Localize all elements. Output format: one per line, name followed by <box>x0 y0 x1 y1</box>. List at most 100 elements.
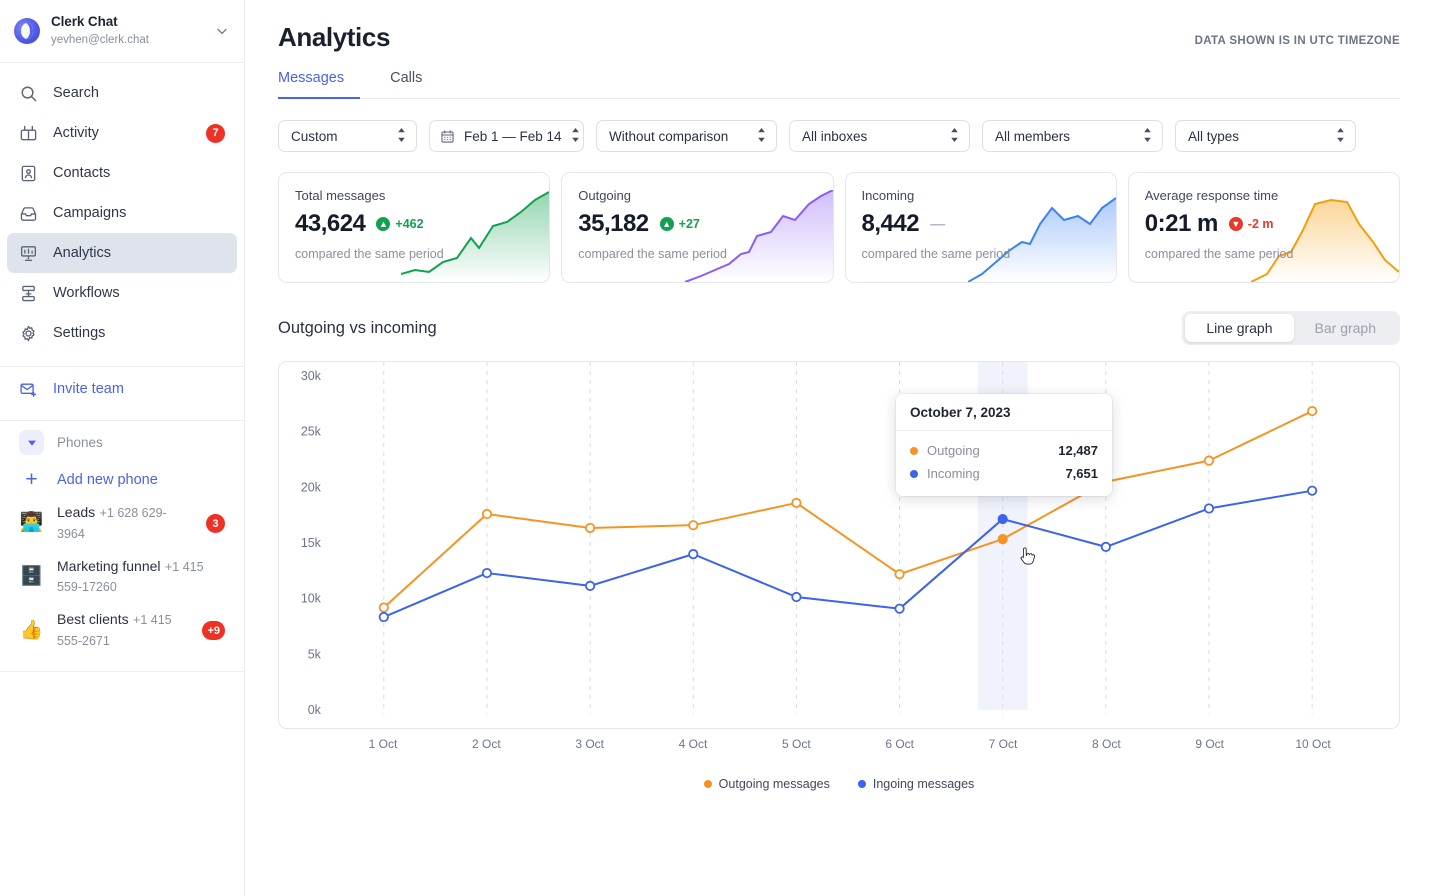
legend-item-ingoing[interactable]: Ingoing messages <box>857 777 974 791</box>
sidebar-item-label: Search <box>53 85 99 101</box>
stat-card-sub: compared the same period <box>861 247 1011 261</box>
phones-dropdown-icon[interactable] <box>19 430 44 455</box>
legend-item-outgoing[interactable]: Outgoing messages <box>703 777 830 791</box>
inboxes-select[interactable]: All inboxes <box>789 120 970 152</box>
contacts-icon <box>19 164 38 183</box>
stat-card-value: 8,442 <box>861 210 920 237</box>
stat-card-row: 35,182 ▲ +27 <box>578 210 832 238</box>
sidebar-item-activity[interactable]: Activity 7 <box>7 113 237 153</box>
campaigns-icon <box>19 204 38 223</box>
phone-text: Best clients +1 415 555-2671 <box>57 610 189 652</box>
svg-text:25k: 25k <box>301 425 322 439</box>
calendar-icon <box>440 129 455 144</box>
stat-card-average-response-time: Average response time 0:21 m ▼ -2 m comp… <box>1127 172 1400 283</box>
phone-text: Marketing funnel +1 415 559-17260 <box>57 557 225 599</box>
account-switcher[interactable]: Clerk Chat yevhen@clerk.chat <box>0 0 244 63</box>
x-axis-tick-label: 9 Oct <box>1195 737 1224 751</box>
search-icon <box>19 84 38 103</box>
phone-item-best-clients[interactable]: 👍 Best clients +1 415 555-2671 +9 <box>0 604 244 658</box>
comparison-value: Without comparison <box>609 128 729 144</box>
sidebar-item-workflows[interactable]: Workflows <box>7 273 237 313</box>
legend-label: Outgoing messages <box>718 777 830 791</box>
stat-card-outgoing: Outgoing 35,182 ▲ +27 compared the same … <box>561 172 834 283</box>
stat-card-title: Incoming <box>861 188 915 203</box>
account-email: yevhen@clerk.chat <box>51 33 149 46</box>
x-axis-tick-label: 6 Oct <box>885 737 914 751</box>
graph-type-toggle: Line graph Bar graph <box>1182 311 1400 345</box>
invite-team-label: Invite team <box>53 381 124 397</box>
stat-card-delta-label: +27 <box>678 217 700 231</box>
range-preset-select[interactable]: Custom <box>278 120 417 152</box>
svg-text:30k: 30k <box>301 369 322 383</box>
sidebar-item-contacts[interactable]: Contacts <box>7 153 237 193</box>
phone-badge: 3 <box>206 514 225 534</box>
invite-team-button[interactable]: Invite team <box>0 367 244 411</box>
chevron-down-icon[interactable] <box>214 23 230 39</box>
chart-tooltip: October 7, 2023 Outgoing 12,487 Incoming… <box>896 394 1112 496</box>
outgoing-color-dot-icon <box>910 446 918 455</box>
stat-card-sub: compared the same period <box>578 247 727 261</box>
stat-card-delta: ▼ -2 m <box>1228 217 1274 231</box>
tab-bar: Messages Calls <box>278 70 1400 99</box>
phone-name: Best clients <box>57 611 129 628</box>
chart-container[interactable]: 0k 5k 10k 15k 20k 25k 30k October 7, 2023 Outg… <box>278 361 1400 729</box>
phone-item-leads[interactable]: 👨‍💻 Leads +1 628 629-3964 3 <box>0 497 244 551</box>
tooltip-row-outgoing: Outgoing 12,487 <box>910 439 1098 462</box>
stat-card-row: 43,624 ▲ +462 <box>295 210 549 238</box>
utc-timezone-note: DATA SHOWN IS IN UTC TIMEZONE <box>1194 35 1400 47</box>
page-title: Analytics <box>278 22 391 52</box>
stat-card-row: 0:21 m ▼ -2 m <box>1145 210 1399 238</box>
tooltip-series-name: Incoming <box>927 466 980 481</box>
types-select[interactable]: All types <box>1175 120 1356 152</box>
comparison-select[interactable]: Without comparison <box>596 120 777 152</box>
person-computer-emoji-icon: 👨‍💻 <box>19 512 44 534</box>
tooltip-series-name: Outgoing <box>927 443 980 458</box>
stat-card-total-messages: Total messages 43,624 ▲ +462 compared th… <box>278 172 551 283</box>
sidebar-item-settings[interactable]: Settings <box>7 313 237 353</box>
activity-inbox-icon <box>19 124 38 143</box>
stat-card-value: 43,624 <box>295 210 366 237</box>
primary-nav: Search Activity 7 Contacts Campaigns Ana… <box>0 63 244 357</box>
page-header: Analytics DATA SHOWN IS IN UTC TIMEZONE <box>278 0 1400 53</box>
stat-card-value: 35,182 <box>578 210 649 237</box>
stat-card-value: 0:21 m <box>1144 210 1219 237</box>
inboxes-value: All inboxes <box>802 128 868 144</box>
chart-title: Outgoing vs incoming <box>278 318 437 337</box>
mail-plus-icon <box>19 380 38 399</box>
phone-item-marketing-funnel[interactable]: 🗄️ Marketing funnel +1 415 559-17260 <box>0 551 244 605</box>
date-range-select[interactable]: Feb 1 — Feb 14 <box>429 120 584 152</box>
app-root: Clerk Chat yevhen@clerk.chat Search Acti… <box>0 0 1432 896</box>
stat-card-delta-label: -2 m <box>1247 217 1274 231</box>
chevron-updown-icon <box>950 127 959 145</box>
phone-text: Leads +1 628 629-3964 <box>57 503 193 545</box>
arrow-up-icon: ▲ <box>376 217 391 231</box>
sidebar-item-analytics[interactable]: Analytics <box>7 233 237 273</box>
gear-icon <box>19 324 38 343</box>
arrow-down-icon: ▼ <box>1228 217 1243 231</box>
x-axis-tick-label: 2 Oct <box>471 737 501 751</box>
tab-messages[interactable]: Messages <box>278 70 361 99</box>
chevron-updown-icon <box>757 127 766 145</box>
sidebar-item-label: Activity <box>53 125 99 141</box>
add-new-phone-label: Add new phone <box>57 471 158 488</box>
add-new-phone-button[interactable]: + Add new phone <box>0 462 244 497</box>
sidebar-item-search[interactable]: Search <box>7 73 237 113</box>
toggle-bar-graph[interactable]: Bar graph <box>1294 314 1397 342</box>
sidebar-item-campaigns[interactable]: Campaigns <box>7 193 237 233</box>
svg-text:0k: 0k <box>308 703 322 717</box>
x-axis-tick-label: 8 Oct <box>1091 737 1121 751</box>
toggle-line-graph[interactable]: Line graph <box>1185 314 1294 342</box>
chevron-updown-icon <box>1143 127 1152 145</box>
svg-text:10k: 10k <box>301 592 322 606</box>
x-axis-tick-label: 4 Oct <box>678 737 708 751</box>
activity-badge: 7 <box>206 123 225 143</box>
members-select[interactable]: All members <box>982 120 1163 152</box>
phone-name: Leads <box>57 504 96 520</box>
sidebar-item-label: Analytics <box>53 245 112 261</box>
x-axis-tick-label: 10 Oct <box>1295 737 1331 751</box>
stat-card-title: Outgoing <box>578 188 632 203</box>
sidebar-item-label: Campaigns <box>53 205 127 221</box>
account-name: Clerk Chat <box>51 13 118 29</box>
tab-calls[interactable]: Calls <box>370 70 442 99</box>
x-axis-tick-label: 7 Oct <box>988 737 1018 751</box>
